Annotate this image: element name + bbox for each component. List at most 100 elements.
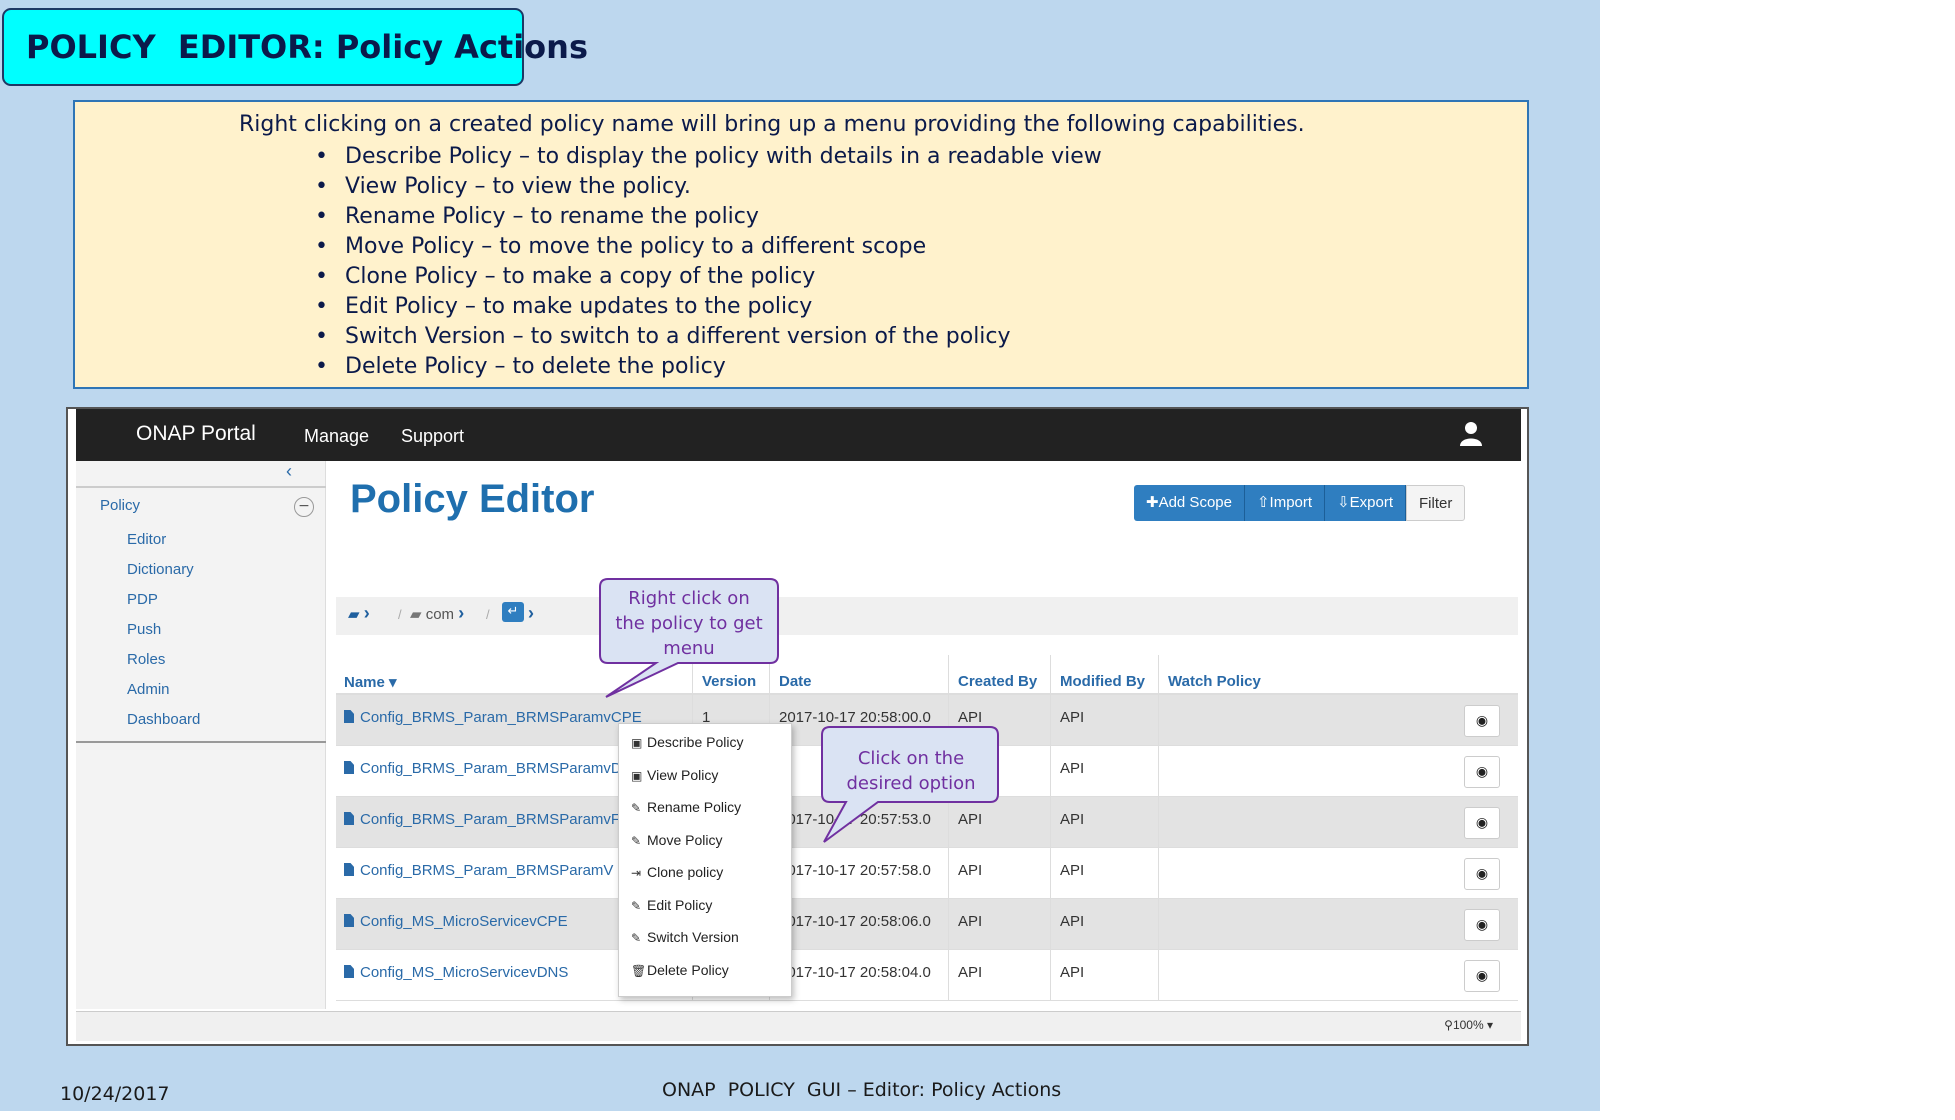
sidebar-item-pdp[interactable]: PDP [127, 591, 158, 608]
description-item: • Switch Version – to switch to a differe… [315, 324, 1011, 349]
image-icon: ▣ [631, 768, 643, 783]
sidebar-item-dictionary[interactable]: Dictionary [127, 561, 194, 578]
context-menu-item[interactable]: ✎ Rename Policy [631, 799, 741, 815]
zoom-control[interactable]: ⚲100% ▾ [1444, 1018, 1493, 1032]
sidebar-section-policy[interactable]: Policy [100, 497, 140, 514]
policy-created-by: API [958, 964, 983, 981]
nav-manage[interactable]: Manage [304, 426, 369, 447]
add-scope-button[interactable]: ✚Add Scope [1134, 485, 1245, 521]
policy-date: 2017-10-17 20:58:04.0 [779, 964, 931, 981]
import-icon: ⇧ [1256, 494, 1270, 511]
edit-square-icon: ✎ [631, 833, 642, 848]
watch-policy-button[interactable]: ◉ [1464, 960, 1500, 992]
context-menu-item[interactable]: ▣ View Policy [631, 767, 718, 783]
context-menu-item[interactable]: ▣ Describe Policy [631, 734, 743, 750]
portal-navbar: ONAP Portal Manage Support [76, 409, 1521, 461]
slide-title: POLICY EDITOR: Policy Actions [26, 28, 588, 66]
file-icon [344, 863, 354, 876]
status-bar: ⚲100% ▾ [76, 1011, 1521, 1041]
user-icon[interactable] [1459, 421, 1483, 447]
enter-scope-icon[interactable]: ↵ [502, 602, 524, 622]
description-item: • Describe Policy – to display the policy… [315, 144, 1102, 169]
table-header: Name ▾ Version Date Created By Modified … [336, 655, 1518, 695]
policy-created-by: API [958, 862, 983, 879]
policy-name-link[interactable]: Config_MS_MicroServicevDNS [344, 964, 568, 981]
policy-modified-by: API [1060, 862, 1085, 879]
description-list: • Describe Policy – to display the policy… [315, 142, 1102, 382]
toolbar-button-group: ✚Add Scope ⇧Import ⇩Export Filter [1134, 485, 1466, 521]
zoom-icon: ⚲ [1444, 1018, 1453, 1032]
context-menu-item[interactable]: ✎ Edit Policy [631, 897, 712, 913]
policy-created-by: API [958, 913, 983, 930]
watch-policy-button[interactable]: ◉ [1464, 909, 1500, 941]
context-menu-item[interactable]: 🗑Delete Policy [631, 962, 729, 978]
collapse-sidebar-icon[interactable]: ‹ [286, 461, 292, 482]
portal-brand[interactable]: ONAP Portal [136, 422, 256, 446]
table-row[interactable]: Config_MS_MicroServicevDNS12017-10-17 20… [336, 950, 1518, 1001]
table-row[interactable]: Config_MS_MicroServicevCPE12017-10-17 20… [336, 899, 1518, 950]
policy-name-link[interactable]: Config_MS_MicroServicevCPE [344, 913, 568, 930]
context-menu-item[interactable]: ✎ Switch Version [631, 929, 739, 945]
pencil-icon: ✎ [631, 931, 642, 945]
policy-name-link[interactable]: Config_BRMS_Param_BRMSParamvCPE [344, 709, 642, 726]
watch-policy-button[interactable]: ◉ [1464, 807, 1500, 839]
sidebar-item-push[interactable]: Push [127, 621, 161, 638]
watch-policy-button[interactable]: ◉ [1464, 705, 1500, 737]
eye-icon: ◉ [1475, 815, 1489, 831]
sidebar-item-dashboard[interactable]: Dashboard [127, 711, 200, 728]
chevron-right-icon: › [458, 603, 465, 623]
policy-modified-by: API [1060, 760, 1085, 777]
file-icon [344, 812, 354, 825]
col-watch-policy[interactable]: Watch Policy [1168, 673, 1261, 690]
breadcrumb: ▰ › / ▰ com › / ↵ › [336, 597, 1518, 635]
slide: POLICY EDITOR: Policy Actions Right clic… [0, 0, 1600, 1111]
pencil-icon: ✎ [631, 898, 642, 913]
eye-icon: ◉ [1475, 866, 1489, 882]
policy-modified-by: API [1060, 811, 1085, 828]
sidebar-divider [76, 486, 326, 488]
description-box: Right clicking on a created policy name … [73, 100, 1529, 389]
col-name[interactable]: Name ▾ [344, 673, 397, 691]
callout-click-option-text: Click on the desired option [846, 748, 976, 794]
col-modified-by[interactable]: Modified By [1060, 673, 1145, 690]
filter-button[interactable]: Filter [1406, 485, 1466, 521]
portal-screenshot: ONAP Portal Manage Support ‹ Policy − Ed… [66, 407, 1529, 1046]
nav-support[interactable]: Support [401, 426, 464, 447]
export-button[interactable]: ⇩Export [1325, 485, 1406, 521]
import-button[interactable]: ⇧Import [1244, 485, 1326, 521]
policy-date: 2017-10-17 20:58:06.0 [779, 913, 931, 930]
file-icon [344, 761, 354, 774]
policy-name-link[interactable]: Config_BRMS_Param_BRMSParamvD [344, 760, 622, 777]
watch-policy-button[interactable]: ◉ [1464, 858, 1500, 890]
sidebar-item-admin[interactable]: Admin [127, 681, 170, 698]
chevron-right-icon: › [528, 603, 534, 623]
file-icon [344, 710, 354, 723]
file-icon [344, 965, 354, 978]
context-menu-item[interactable]: ⇥ Clone policy [631, 864, 723, 880]
description-intro: Right clicking on a created policy name … [239, 112, 1305, 137]
breadcrumb-root[interactable]: ▰ › [348, 603, 370, 624]
sidebar-item-editor[interactable]: Editor [127, 531, 166, 548]
col-created-by[interactable]: Created By [958, 673, 1037, 690]
watch-policy-button[interactable]: ◉ [1464, 756, 1500, 788]
context-menu-item[interactable]: ✎ Move Policy [631, 832, 722, 848]
breadcrumb-folder[interactable]: ▰ com › [410, 603, 464, 624]
chevron-right-icon: › [363, 603, 370, 623]
eye-icon: ◉ [1475, 764, 1489, 780]
folder-open-icon: ▰ [348, 606, 360, 623]
policy-modified-by: API [1060, 709, 1085, 726]
description-item: • Delete Policy – to delete the policy [315, 354, 726, 379]
sidebar-item-roles[interactable]: Roles [127, 651, 165, 668]
slide-title-box: POLICY EDITOR: Policy Actions [2, 8, 588, 86]
collapse-section-icon[interactable]: − [294, 497, 314, 517]
trash-icon: 🗑 [631, 963, 647, 978]
policy-name-link[interactable]: Config_BRMS_Param_BRMSParamvF [344, 811, 620, 828]
policy-modified-by: API [1060, 913, 1085, 930]
callout-right-click-text: Right click on the policy to get menu [615, 588, 763, 659]
edit-square-icon: ✎ [631, 801, 642, 815]
eye-icon: ◉ [1475, 968, 1489, 984]
policy-name-link[interactable]: Config_BRMS_Param_BRMSParamV [344, 862, 613, 879]
footer-title: ONAP POLICY GUI – Editor: Policy Actions [662, 1079, 1062, 1101]
policy-date: 2017-10-17 20:57:58.0 [779, 862, 931, 879]
table-row[interactable]: Config_BRMS_Param_BRMSParamV12017-10-17 … [336, 848, 1518, 899]
